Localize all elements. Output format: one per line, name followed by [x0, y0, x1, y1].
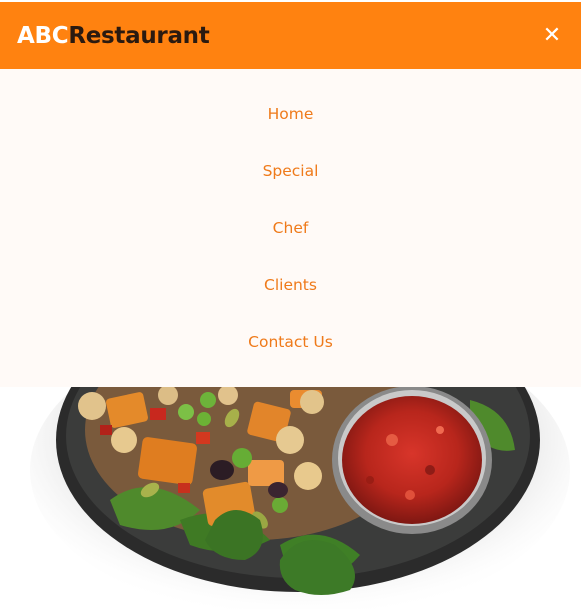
nav-item-home[interactable]: Home [0, 105, 581, 123]
nav-item-label: Home [267, 105, 314, 123]
close-glyph: ✕ [542, 22, 562, 48]
nav-item-label: Contact Us [248, 333, 333, 351]
nav-item-label: Chef [272, 219, 309, 237]
nav-item-clients[interactable]: Clients [0, 276, 581, 294]
brand-abc: ABC [17, 22, 69, 49]
nav-item-special[interactable]: Special [0, 162, 581, 180]
nav-item-contact-us[interactable]: Contact Us [0, 333, 581, 351]
site-header: ABC Restaurant ✕ [0, 2, 581, 69]
close-icon[interactable]: ✕ [541, 22, 563, 48]
nav-item-label: Clients [264, 276, 317, 294]
brand-logo[interactable]: ABC Restaurant [17, 22, 210, 49]
nav-item-chef[interactable]: Chef [0, 219, 581, 237]
brand-restaurant: Restaurant [68, 22, 210, 49]
nav-item-label: Special [262, 162, 319, 180]
page: ABC Restaurant ✕ Home Special Chef Client… [0, 0, 581, 609]
mobile-nav-menu: Home Special Chef Clients Contact Us [0, 69, 581, 387]
